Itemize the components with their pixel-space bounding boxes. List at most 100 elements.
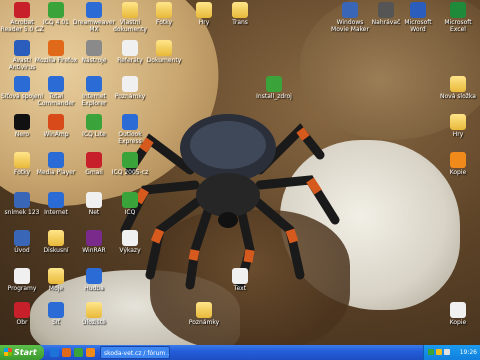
desktop-icon[interactable]: Trans: [218, 2, 262, 26]
document-icon: [122, 76, 138, 92]
desktop-icon[interactable]: Dokumenty: [142, 40, 186, 64]
folder-icon: [14, 152, 30, 168]
desktop-icon-label: Poznámky: [188, 319, 220, 326]
system-tray: 19:26: [423, 345, 480, 360]
desktop-icon[interactable]: Kopie: [436, 152, 480, 176]
desktop-icon-label: Kopie: [449, 169, 467, 176]
folder-icon: [450, 76, 466, 92]
desktop-icon[interactable]: Úložiště: [72, 302, 116, 326]
vlc-cone-icon: [450, 152, 466, 168]
desktop-icon[interactable]: ICQ: [108, 192, 152, 216]
desktop-icon-label: Hry: [452, 131, 464, 138]
desktop-icon-label: Install_zdroj: [256, 93, 292, 100]
folder-icon: [48, 230, 64, 246]
antivirus-icon: [14, 40, 30, 56]
word-icon: [410, 2, 426, 18]
document-icon: [14, 268, 30, 284]
desktop-icon[interactable]: Hudba: [72, 268, 116, 292]
icq-flower-icon: [122, 152, 138, 168]
document-icon: [86, 192, 102, 208]
desktop-icon[interactable]: Výkazy: [108, 230, 152, 254]
acrobat-icon: [14, 2, 30, 18]
desktop-icon[interactable]: Text: [218, 268, 262, 292]
start-label: Start: [14, 348, 37, 357]
desktop-icon-label: Microsoft Word: [404, 19, 432, 33]
internet-icon: [48, 192, 64, 208]
clock: 19:26: [459, 349, 477, 356]
desktop-icon-label: Microsoft Excel: [444, 19, 472, 33]
image-file-icon: [14, 302, 30, 318]
ie-icon: [86, 76, 102, 92]
folder-icon: [450, 114, 466, 130]
desktop-icon[interactable]: Poznámky: [108, 76, 152, 100]
commander-icon: [48, 76, 64, 92]
network-icon: [48, 302, 64, 318]
nero-icon: [14, 114, 30, 130]
desktop-icon-label: Dokumenty: [146, 57, 182, 64]
tray-icq-icon[interactable]: [428, 349, 434, 355]
folder-icon: [48, 268, 64, 284]
tools-icon: [86, 40, 102, 56]
desktop-icon[interactable]: Install_zdroj: [252, 76, 296, 100]
tray-antivirus-icon[interactable]: [436, 349, 442, 355]
document-icon: [122, 230, 138, 246]
taskbar-window-button[interactable]: skoda-vet.cz / fórum ...: [100, 346, 170, 359]
folder-icon: [122, 2, 138, 18]
desktop-icon-label: Trans: [232, 19, 248, 26]
desktop-icon-label: Výkazy: [119, 247, 141, 254]
icq-flower-icon: [48, 2, 64, 18]
firefox-icon: [48, 40, 64, 56]
image-file-icon: [14, 192, 30, 208]
icq-flower-icon: [266, 76, 282, 92]
media-player-icon: [48, 152, 64, 168]
mail-icon: [86, 152, 102, 168]
desktop-icon-label: Text: [233, 285, 247, 292]
winrar-icon: [86, 230, 102, 246]
image-file-icon: [14, 230, 30, 246]
desktop-icon[interactable]: Kopie: [436, 302, 480, 326]
quicklaunch-vlc-icon[interactable]: [86, 348, 95, 357]
desktop-icon-label: Úložiště: [82, 319, 106, 326]
folder-icon: [196, 2, 212, 18]
document-icon: [232, 268, 248, 284]
icq-flower-icon: [122, 192, 138, 208]
desktop-icon-label: Nová složka: [440, 93, 476, 100]
folder-icon: [196, 302, 212, 318]
audio-icon: [86, 268, 102, 284]
desktop-icon[interactable]: Microsoft Word: [396, 2, 440, 33]
desktop-icon[interactable]: Hry: [436, 114, 480, 138]
desktop-icon[interactable]: Fotky: [142, 2, 186, 26]
folder-icon: [86, 302, 102, 318]
desktop-icon-label: ICQ: [124, 209, 136, 216]
quicklaunch-firefox-icon[interactable]: [62, 348, 71, 357]
desktop-icon-label: ICQ 2005-cz: [111, 169, 149, 176]
quicklaunch-ie-icon[interactable]: [50, 348, 59, 357]
desktop-icon[interactable]: Outlook Express: [108, 114, 152, 145]
quicklaunch-icq-icon[interactable]: [74, 348, 83, 357]
desktop-icon[interactable]: ICQ 2005-cz: [108, 152, 152, 176]
computer-icon: [86, 2, 102, 18]
desktop-icon-label: Kopie: [449, 319, 467, 326]
document-icon: [450, 302, 466, 318]
desktop-icon-label: Hudba: [84, 285, 104, 292]
desktop-icon-label: Poznámky: [114, 93, 146, 100]
start-button[interactable]: Start: [0, 345, 44, 360]
desktop-icon[interactable]: Poznámky: [182, 302, 226, 326]
desktop-icon[interactable]: Nová složka: [436, 76, 480, 100]
folder-icon: [156, 2, 172, 18]
winamp-icon: [48, 114, 64, 130]
movie-icon: [342, 2, 358, 18]
taskbar: Start skoda-vet.cz / fórum ... 19:26: [0, 345, 480, 360]
desktop-icon-label: Outlook Express: [118, 131, 142, 145]
windows-logo-icon: [4, 348, 12, 356]
desktop-icon[interactable]: Microsoft Excel: [436, 2, 480, 33]
audio-icon: [378, 2, 394, 18]
network-icon: [14, 76, 30, 92]
folder-icon: [232, 2, 248, 18]
tray-volume-icon[interactable]: [444, 349, 450, 355]
outlook-icon: [122, 114, 138, 130]
folder-icon: [156, 40, 172, 56]
desktop-icon-label: Fotky: [155, 19, 173, 26]
icq-flower-icon: [86, 114, 102, 130]
desktop-background: Acrobat Reader 5.0 CZ ICQ 4.01 Dreamweaver…: [0, 0, 480, 345]
